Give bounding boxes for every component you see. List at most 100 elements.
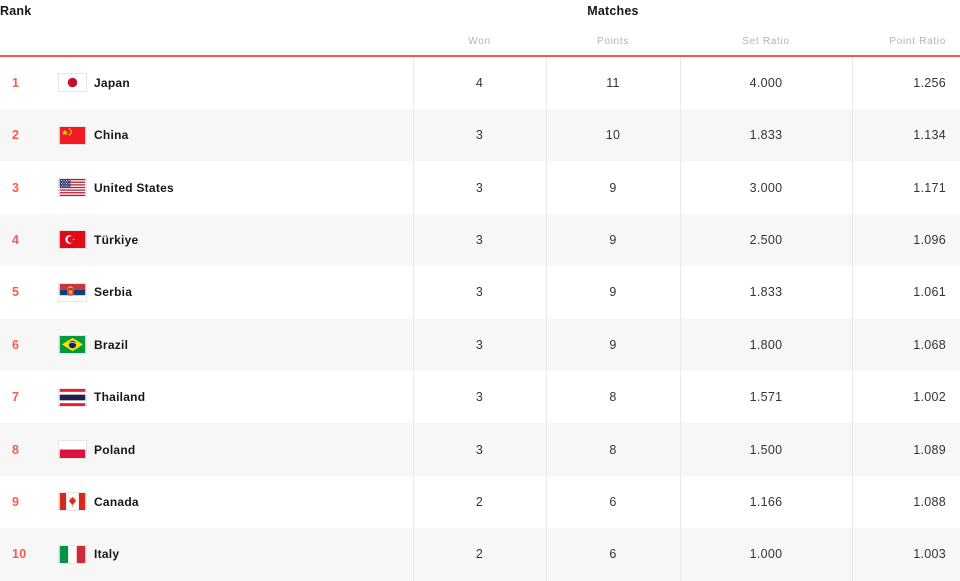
- china-flag: [57, 125, 87, 145]
- cell-points: 9: [609, 232, 617, 247]
- cell-matches-won: 3: [475, 180, 484, 195]
- cell-rank: 7: [12, 390, 20, 405]
- cell-flag: [52, 109, 92, 161]
- cell-set-ratio: 1.571: [749, 390, 783, 405]
- table-row[interactable]: 10 Italy 2 6 1.000 1.003: [0, 528, 960, 581]
- cell-set-ratio: 3.000: [749, 180, 783, 195]
- thailand-flag: [57, 387, 87, 407]
- cell-set-ratio: 1.500: [749, 442, 783, 457]
- cell-matches-won: 3: [475, 285, 484, 300]
- cell-points: 8: [609, 390, 617, 405]
- cell-rank: 5: [12, 285, 20, 300]
- cell-set-ratio: 1.833: [749, 285, 783, 300]
- cell-rank: 8: [12, 442, 20, 457]
- standings-table: Rank Matches Won Points Set Ratio Point …: [0, 0, 960, 581]
- cell-set-ratio: 1.833: [749, 128, 783, 143]
- cell-matches-won: 3: [475, 337, 484, 352]
- table-row[interactable]: 2 China 3 10 1.833 1.134: [0, 108, 960, 162]
- table-row[interactable]: 1 Japan 4 11 4.000 1.256: [0, 56, 960, 109]
- cell-point-ratio: 1.134: [913, 128, 946, 143]
- cell-rank: 2: [12, 128, 20, 143]
- serbia-flag: [57, 282, 87, 302]
- column-group-header-matches: Matches: [587, 4, 639, 18]
- cell-matches-won: 2: [475, 494, 484, 509]
- cell-matches-won: 3: [475, 442, 484, 457]
- cell-rank: 6: [12, 337, 20, 352]
- cell-point-ratio: 1.003: [913, 547, 946, 562]
- column-header-won: Won: [468, 35, 491, 47]
- cell-flag: [52, 476, 92, 528]
- cell-team-name[interactable]: Poland: [94, 423, 404, 475]
- cell-set-ratio: 4.000: [749, 75, 783, 90]
- cell-team-name[interactable]: Japan: [94, 57, 404, 109]
- cell-point-ratio: 1.088: [913, 494, 946, 509]
- cell-point-ratio: 1.171: [913, 180, 946, 195]
- canada-flag: [57, 492, 87, 512]
- italy-flag: [57, 544, 87, 564]
- cell-points: 8: [609, 442, 617, 457]
- cell-flag: [52, 57, 92, 109]
- cell-flag: [52, 371, 92, 423]
- cell-matches-won: 3: [475, 232, 484, 247]
- poland-flag: [57, 440, 87, 460]
- cell-flag: [52, 423, 92, 475]
- column-header-point-ratio: Point Ratio: [889, 35, 946, 47]
- cell-rank: 1: [12, 75, 20, 90]
- cell-rank: 4: [12, 232, 20, 247]
- cell-point-ratio: 1.096: [913, 232, 946, 247]
- table-row[interactable]: 5 Serbia 3 9 1.833 1.061: [0, 266, 960, 319]
- table-row[interactable]: 3 United States 3 9 3.000 1.171: [0, 161, 960, 214]
- cell-points: 9: [609, 337, 617, 352]
- cell-points: 6: [609, 494, 617, 509]
- cell-points: 10: [605, 128, 621, 143]
- cell-set-ratio: 1.166: [749, 494, 783, 509]
- cell-matches-won: 3: [475, 128, 484, 143]
- cell-rank: 10: [12, 547, 27, 562]
- table-row[interactable]: 7 Thailand 3 8 1.571 1.002: [0, 370, 960, 424]
- cell-flag: [52, 266, 92, 318]
- cell-team-name[interactable]: Canada: [94, 476, 404, 528]
- japan-flag: [57, 73, 87, 93]
- cell-team-name[interactable]: Thailand: [94, 371, 404, 423]
- cell-point-ratio: 1.068: [913, 337, 946, 352]
- cell-points: 9: [609, 285, 617, 300]
- cell-team-name[interactable]: Italy: [94, 528, 404, 580]
- cell-point-ratio: 1.061: [913, 285, 946, 300]
- brazil-flag: [57, 335, 87, 355]
- table-row[interactable]: 4 Türkiye 3 9 2.500 1.096: [0, 213, 960, 267]
- cell-team-name[interactable]: Serbia: [94, 266, 404, 318]
- cell-team-name[interactable]: China: [94, 109, 404, 161]
- cell-flag: [52, 319, 92, 371]
- cell-points: 9: [609, 180, 617, 195]
- cell-points: 11: [606, 75, 620, 90]
- cell-points: 6: [609, 547, 617, 562]
- cell-set-ratio: 1.800: [749, 337, 783, 352]
- cell-flag: [52, 161, 92, 213]
- cell-flag: [52, 528, 92, 580]
- cell-point-ratio: 1.089: [913, 442, 946, 457]
- cell-matches-won: 2: [475, 547, 484, 562]
- column-header-rank: Rank: [0, 4, 32, 18]
- table-header: Rank Matches Won Points Set Ratio Point …: [0, 0, 960, 55]
- turkiye-flag: [57, 230, 87, 250]
- cell-set-ratio: 1.000: [749, 547, 783, 562]
- table-body: 1 Japan 4 11 4.000 1.256 2 China 3 10 1.833 1.134 3 U…: [0, 56, 960, 581]
- cell-team-name[interactable]: Türkiye: [94, 214, 404, 266]
- united-states-flag: [57, 178, 87, 198]
- cell-matches-won: 3: [475, 390, 484, 405]
- header-divider-rule: [0, 55, 960, 57]
- column-header-set-ratio: Set Ratio: [742, 35, 790, 47]
- cell-set-ratio: 2.500: [749, 232, 783, 247]
- cell-rank: 3: [12, 180, 20, 195]
- column-header-points: Points: [597, 35, 629, 47]
- cell-team-name[interactable]: Brazil: [94, 319, 404, 371]
- cell-point-ratio: 1.256: [913, 75, 946, 90]
- cell-team-name[interactable]: United States: [94, 161, 404, 213]
- table-row[interactable]: 8 Poland 3 8 1.500 1.089: [0, 423, 960, 476]
- table-row[interactable]: 6 Brazil 3 9 1.800 1.068: [0, 318, 960, 371]
- cell-flag: [52, 214, 92, 266]
- cell-rank: 9: [12, 494, 20, 509]
- cell-point-ratio: 1.002: [913, 390, 946, 405]
- cell-matches-won: 4: [475, 75, 484, 90]
- table-row[interactable]: 9 Canada 2 6 1.166 1.088: [0, 475, 960, 529]
